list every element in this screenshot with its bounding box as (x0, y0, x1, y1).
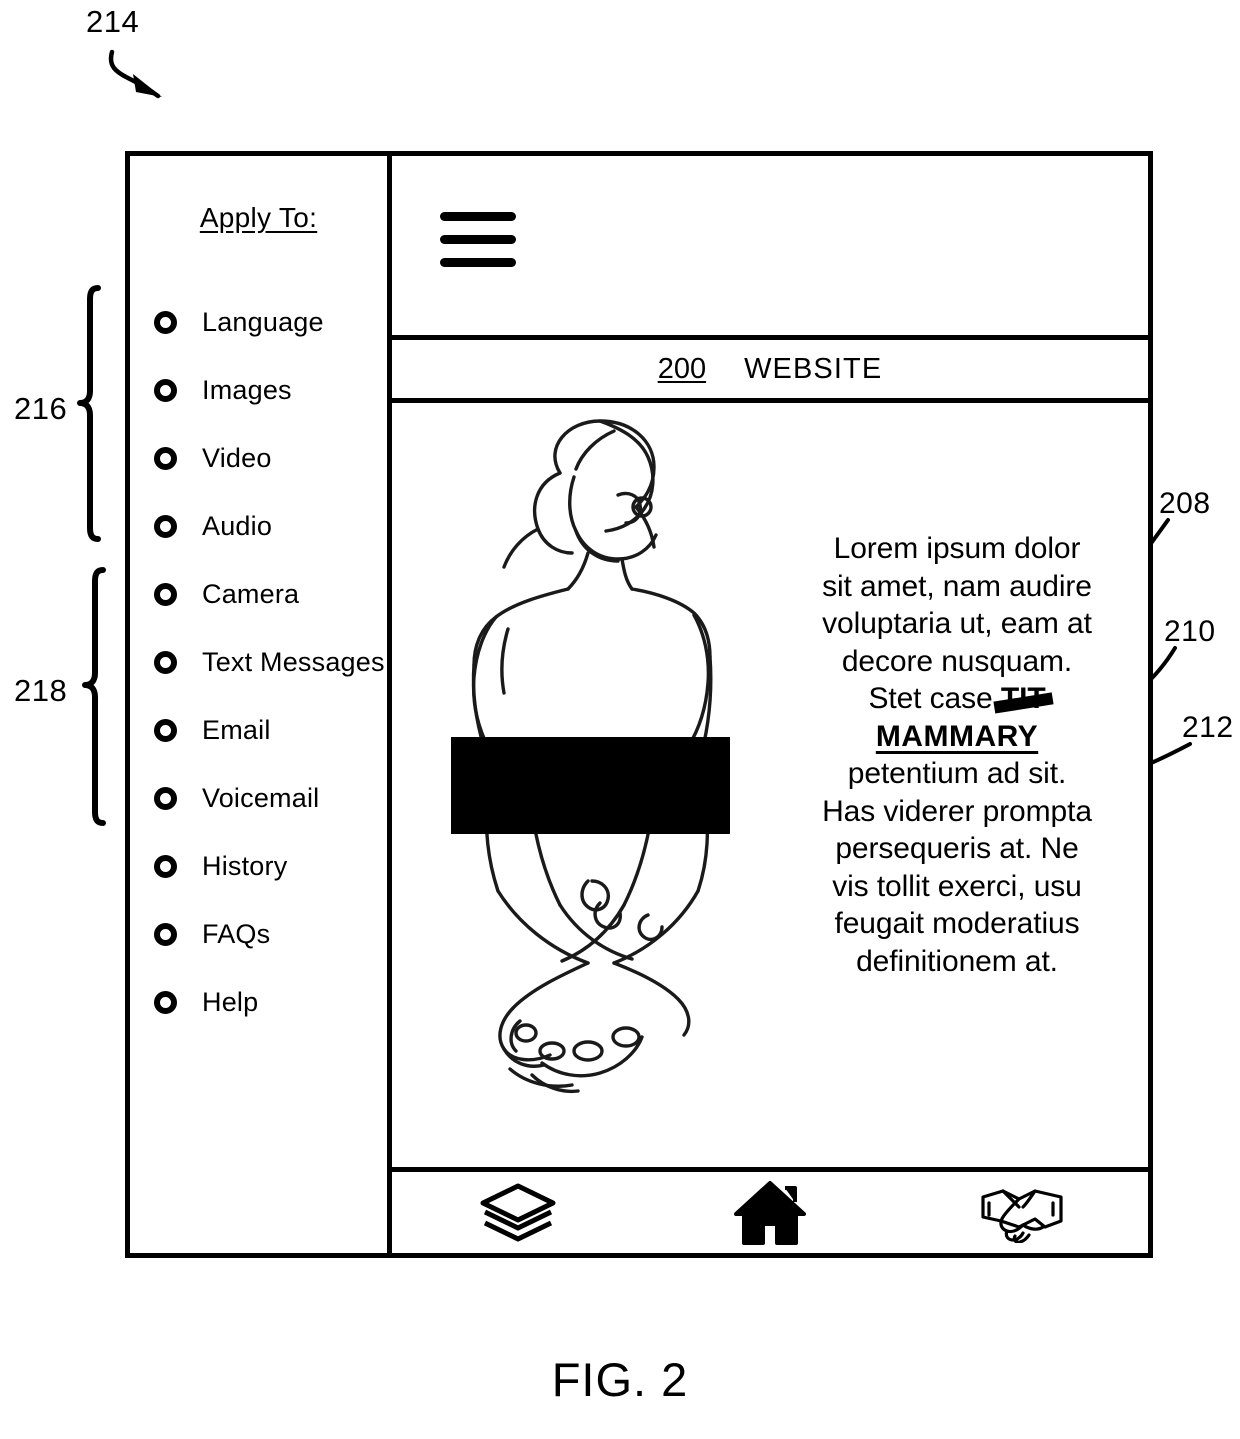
reference-numeral-214: 214 (86, 4, 140, 39)
radio-icon[interactable] (154, 582, 177, 606)
radio-icon[interactable] (154, 718, 177, 742)
reference-numeral-212: 212 (1182, 711, 1234, 744)
sidebar-item-email[interactable]: Email (130, 696, 387, 764)
sidebar-item-label: History (202, 850, 288, 881)
website-title-bar: 200 WEBSITE (392, 340, 1148, 403)
article-line-4: decore nusquam. (841, 644, 1073, 678)
reference-numeral-218: 218 (14, 673, 68, 708)
sidebar-item-label: Email (202, 714, 271, 745)
sidebar-item-history[interactable]: History (130, 832, 387, 900)
sidebar-item-help[interactable]: Help (130, 968, 387, 1036)
redaction-bar (451, 737, 730, 834)
radio-icon[interactable] (154, 990, 177, 1014)
sidebar-item-camera[interactable]: Camera (130, 560, 387, 628)
radio-icon[interactable] (154, 310, 177, 334)
figure-caption: FIG. 2 (551, 1353, 689, 1406)
sidebar-item-language[interactable]: Language (130, 288, 387, 356)
article-line-11: feugait moderatius (834, 907, 1080, 940)
nav-button-home[interactable] (710, 1177, 830, 1249)
article-line-10: vis tollit exerci, usu (832, 869, 1082, 903)
sidebar-title: Apply To: (199, 202, 318, 233)
sidebar-item-label: Voicemail (202, 782, 320, 813)
subject-image-pane (392, 403, 782, 1167)
sidebar-item-label: Images (202, 374, 292, 405)
sidebar-item-faqs[interactable]: FAQs (130, 900, 387, 968)
redacted-word: TIT (1001, 680, 1046, 718)
article-text-pane: Lorem ipsum dolor sit amet, nam audire v… (782, 403, 1148, 1167)
article-line-1: Lorem ipsum dolor (833, 532, 1081, 565)
sidebar-item-audio[interactable]: Audio (130, 492, 387, 560)
reference-numeral-200: 200 (657, 352, 707, 385)
device-frame: Apply To: Language Images Video Audio Ca… (125, 151, 1153, 1258)
hamburger-menu-icon[interactable] (440, 212, 516, 268)
radio-icon[interactable] (154, 650, 177, 674)
hamburger-bar (440, 258, 516, 267)
nav-button-handshake[interactable] (962, 1177, 1082, 1249)
nav-button-layers[interactable] (458, 1177, 578, 1249)
reference-numeral-210: 210 (1164, 615, 1216, 648)
handshake-icon (981, 1188, 1063, 1243)
reference-numeral-208: 208 (1159, 487, 1211, 520)
sidebar-item-label: Help (202, 986, 259, 1017)
home-icon (734, 1180, 806, 1245)
sidebar: Apply To: Language Images Video Audio Ca… (130, 156, 392, 1253)
sidebar-item-images[interactable]: Images (130, 356, 387, 424)
article-line-7: petentium ad sit. (847, 757, 1067, 790)
sidebar-item-voicemail[interactable]: Voicemail (130, 764, 387, 832)
article-line-2: sit amet, nam audire (822, 569, 1092, 603)
reference-numeral-216: 216 (14, 391, 68, 426)
sidebar-item-video[interactable]: Video (130, 424, 387, 492)
radio-icon[interactable] (154, 514, 177, 538)
radio-icon[interactable] (154, 854, 177, 878)
radio-icon[interactable] (154, 378, 177, 402)
sidebar-item-label: FAQs (202, 918, 271, 949)
article-line-12: definitionem at. (856, 944, 1058, 978)
page-body: Lorem ipsum dolor sit amet, nam audire v… (392, 403, 1148, 1167)
sidebar-item-label: Text Messages (202, 646, 385, 677)
website-title-label: WEBSITE (744, 352, 883, 385)
bottom-navigation-bar (392, 1167, 1148, 1253)
sidebar-option-list: Language Images Video Audio Camera Text … (130, 288, 387, 1036)
radio-icon[interactable] (154, 786, 177, 810)
article-line-8: Has viderer prompta (822, 794, 1092, 828)
sidebar-item-text-messages[interactable]: Text Messages (130, 628, 387, 696)
hamburger-bar (440, 235, 516, 244)
article-line-9: persequeris at. Ne (835, 832, 1079, 865)
layers-icon (480, 1183, 556, 1241)
hamburger-bar (440, 212, 516, 221)
radio-icon[interactable] (154, 922, 177, 946)
sidebar-item-label: Language (202, 306, 324, 337)
sidebar-item-label: Audio (202, 510, 273, 541)
sidebar-item-label: Camera (202, 578, 300, 609)
content-column: 200 WEBSITE Lorem ipsum dolor sit amet, … (392, 156, 1148, 1253)
sidebar-item-label: Video (202, 442, 272, 473)
article-text-block: Lorem ipsum dolor sit amet, nam audire v… (788, 530, 1126, 980)
figure-sheet: 214 216 218 202 206 204 208 210 212 Appl… (0, 0, 1240, 1439)
flagged-word: MAMMARY (875, 719, 1039, 753)
article-line-3: voluptaria ut, eam at (822, 607, 1092, 640)
article-line-5-prefix: Stet case (868, 682, 1001, 715)
radio-icon[interactable] (154, 446, 177, 470)
app-bar (392, 156, 1148, 340)
